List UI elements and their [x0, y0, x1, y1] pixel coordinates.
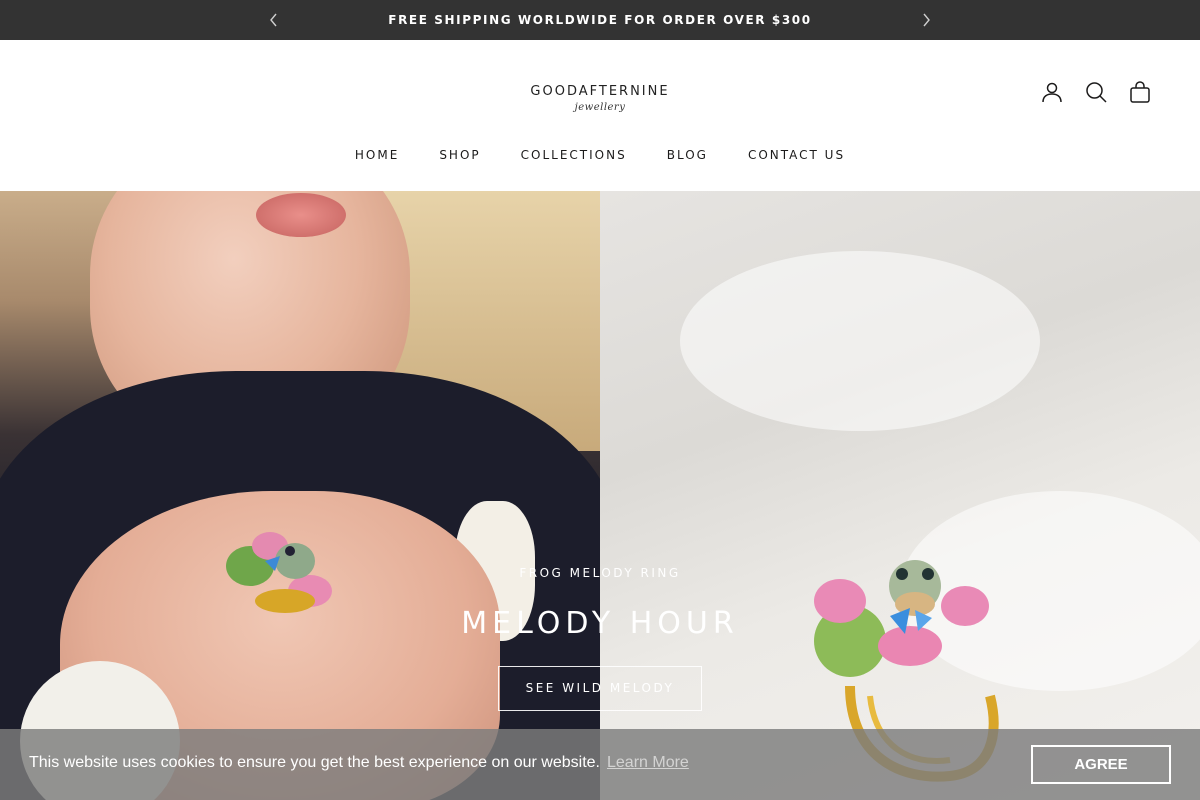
- chevron-right-icon[interactable]: [918, 12, 934, 28]
- learn-more-link[interactable]: Learn More: [607, 753, 689, 773]
- nav-item-blog[interactable]: BLOG: [647, 146, 728, 164]
- search-icon[interactable]: [1084, 80, 1108, 104]
- see-wild-melody-button[interactable]: SEE WILD MELODY: [498, 666, 702, 711]
- announcement-bar: FREE SHIPPING WORLDWIDE FOR ORDER OVER $…: [0, 0, 1200, 40]
- model-lips: [256, 193, 346, 237]
- logo[interactable]: GOODAFTERNINE jewellery: [500, 82, 700, 122]
- cookie-banner: This website uses cookies to ensure you …: [0, 729, 1200, 800]
- logo-wordmark: GOODAFTERNINE: [530, 84, 670, 99]
- nav-item-contact-us[interactable]: CONTACT US: [728, 146, 865, 164]
- hero-content: FROG MELODY RING MELODY HOUR SEE WILD ME…: [0, 564, 1200, 711]
- fabric-fold: [680, 251, 1040, 431]
- header-icons: [1040, 80, 1152, 104]
- account-icon[interactable]: [1040, 80, 1064, 104]
- agree-button[interactable]: AGREE: [1031, 745, 1171, 784]
- hero-subtitle: FROG MELODY RING: [519, 566, 681, 580]
- announcement-text: FREE SHIPPING WORLDWIDE FOR ORDER OVER $…: [388, 13, 812, 27]
- nav-item-shop[interactable]: SHOP: [419, 146, 500, 164]
- hero-slideshow: FROG MELODY RING MELODY HOUR SEE WILD ME…: [0, 191, 1200, 800]
- cart-icon[interactable]: [1128, 80, 1152, 104]
- nav-item-collections[interactable]: COLLECTIONS: [501, 146, 647, 164]
- logo-tagline: jewellery: [574, 102, 626, 113]
- site-header: GOODAFTERNINE jewellery HOME SHOP COLLEC…: [0, 40, 1200, 191]
- cookie-message: This website uses cookies to ensure you …: [29, 754, 600, 771]
- nav-item-home[interactable]: HOME: [335, 146, 419, 164]
- main-nav: HOME SHOP COLLECTIONS BLOG CONTACT US: [0, 146, 1200, 164]
- hero-title: MELODY HOUR: [461, 606, 739, 641]
